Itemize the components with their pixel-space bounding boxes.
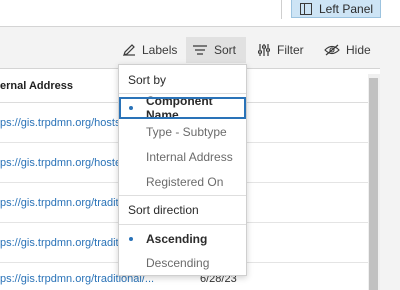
left-panel-label: Left Panel (319, 1, 374, 16)
column-header-label: ernal Address (0, 79, 73, 92)
sort-menu: Sort by Component Name Type - Subtype In… (118, 64, 247, 276)
panel-left-icon (300, 2, 312, 15)
filter-label: Filter (277, 43, 304, 57)
sort-direction-heading: Sort direction (128, 203, 199, 217)
selected-dot-icon (129, 237, 133, 241)
eye-slash-icon (324, 44, 340, 56)
direction-option-ascending[interactable]: Ascending (119, 228, 246, 250)
sort-lines-icon (193, 45, 207, 55)
direction-option-label: Ascending (146, 232, 208, 246)
address-link[interactable]: ps://gis.trpdmn.org/tradit (0, 197, 119, 209)
toolbar: Labels Sort Filter Hide (0, 27, 400, 69)
sort-option-label: Registered On (146, 175, 224, 189)
address-link[interactable]: ps://gis.trpdmn.org/hosts (0, 117, 120, 129)
sliders-icon (258, 44, 270, 56)
pencil-icon (123, 44, 135, 56)
sort-option-label: Type - Subtype (146, 125, 227, 139)
labels-label: Labels (142, 43, 178, 57)
filter-button[interactable]: Filter (251, 37, 310, 63)
sort-option-label: Component Name (146, 94, 213, 122)
sort-option-component-name[interactable]: Component Name (119, 94, 246, 122)
sort-option-type-subtype[interactable]: Type - Subtype (119, 121, 246, 143)
topbar-divider (281, 0, 282, 19)
sort-option-registered-on[interactable]: Registered On (119, 171, 246, 193)
hide-button[interactable]: Hide (318, 37, 377, 63)
address-link[interactable]: ps://gis.trpdmn.org/tradit (0, 237, 119, 249)
menu-divider (119, 195, 246, 196)
sort-button[interactable]: Sort (186, 37, 246, 63)
sort-option-internal-address[interactable]: Internal Address (119, 146, 246, 168)
selected-dot-icon (129, 106, 133, 110)
sort-by-heading: Sort by (128, 73, 167, 87)
labels-button[interactable]: Labels (116, 37, 183, 63)
address-link[interactable]: ps://gis.trpdmn.org/hosted (0, 157, 127, 169)
sort-option-label: Internal Address (146, 150, 233, 164)
hide-label: Hide (346, 43, 371, 57)
direction-option-descending[interactable]: Descending (119, 252, 246, 274)
direction-option-label: Descending (146, 256, 210, 270)
scrollbar-thumb[interactable] (369, 78, 378, 290)
menu-divider (119, 224, 246, 225)
left-panel-button[interactable]: Left Panel (291, 0, 381, 18)
sort-label: Sort (214, 43, 237, 57)
top-bar: Left Panel (0, 0, 400, 27)
